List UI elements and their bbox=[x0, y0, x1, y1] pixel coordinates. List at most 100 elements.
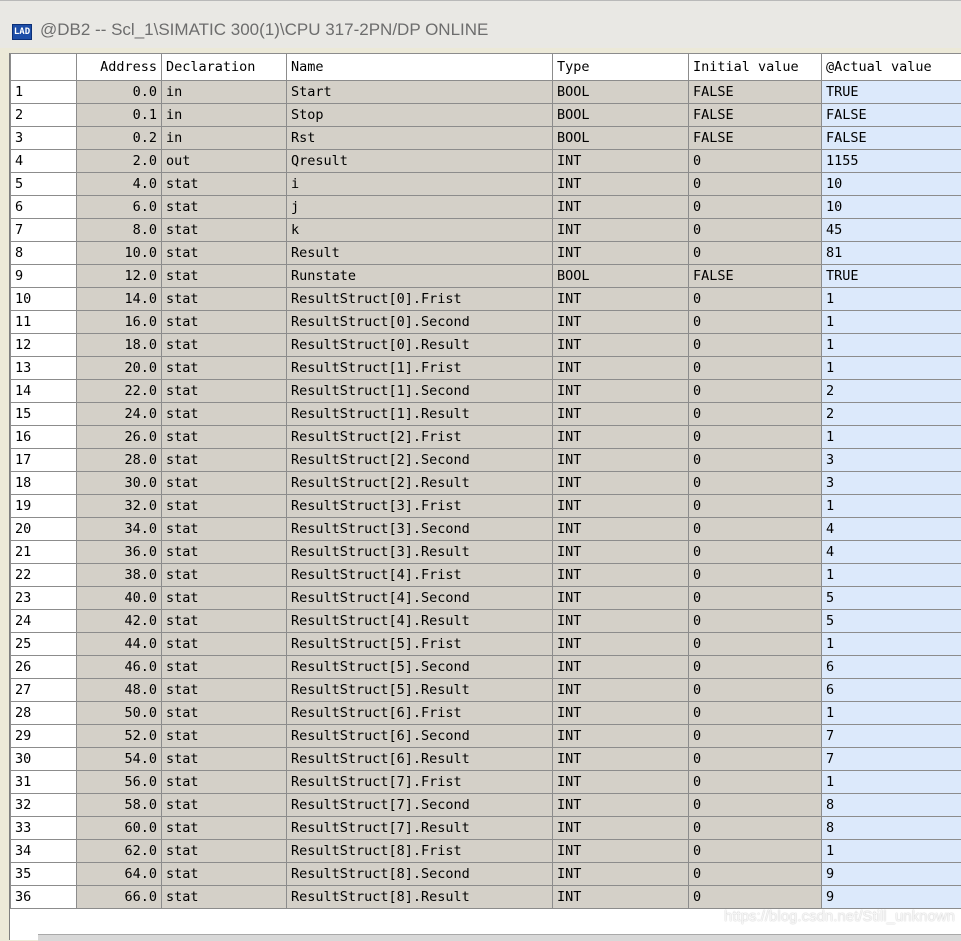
actual-value-cell[interactable]: 1 bbox=[822, 357, 961, 380]
declaration-cell: stat bbox=[162, 748, 287, 771]
actual-value-cell[interactable]: 8 bbox=[822, 794, 961, 817]
table-row[interactable]: 810.0statResultINT081 bbox=[11, 242, 961, 265]
declaration-cell: stat bbox=[162, 219, 287, 242]
actual-value-cell[interactable]: 1 bbox=[822, 771, 961, 794]
column-header-initial-value[interactable]: Initial value bbox=[689, 54, 822, 81]
actual-value-cell[interactable]: TRUE bbox=[822, 81, 961, 104]
declaration-cell: stat bbox=[162, 863, 287, 886]
actual-value-cell[interactable]: 1 bbox=[822, 495, 961, 518]
table-row[interactable]: 1524.0statResultStruct[1].ResultINT02 bbox=[11, 403, 961, 426]
actual-value-cell[interactable]: FALSE bbox=[822, 127, 961, 150]
actual-value-cell[interactable]: 4 bbox=[822, 541, 961, 564]
actual-value-cell[interactable]: 3 bbox=[822, 472, 961, 495]
table-row[interactable]: 2748.0statResultStruct[5].ResultINT06 bbox=[11, 679, 961, 702]
actual-value-cell[interactable]: 10 bbox=[822, 196, 961, 219]
declaration-cell: stat bbox=[162, 380, 287, 403]
table-row[interactable]: 1830.0statResultStruct[2].ResultINT03 bbox=[11, 472, 961, 495]
actual-value-cell[interactable]: TRUE bbox=[822, 265, 961, 288]
column-header-actual-value[interactable]: @Actual value bbox=[822, 54, 961, 81]
table-row[interactable]: 2238.0statResultStruct[4].FristINT01 bbox=[11, 564, 961, 587]
header-row: Address Declaration Name Type Initial va… bbox=[11, 54, 961, 81]
row-number: 25 bbox=[11, 633, 77, 656]
table-row[interactable]: 2340.0statResultStruct[4].SecondINT05 bbox=[11, 587, 961, 610]
name-cell: ResultStruct[2].Result bbox=[287, 472, 553, 495]
table-row[interactable]: 1014.0statResultStruct[0].FristINT01 bbox=[11, 288, 961, 311]
name-cell: ResultStruct[2].Second bbox=[287, 449, 553, 472]
table-row[interactable]: 1218.0statResultStruct[0].ResultINT01 bbox=[11, 334, 961, 357]
data-block-grid[interactable]: Address Declaration Name Type Initial va… bbox=[9, 53, 961, 940]
table-row[interactable]: 3156.0statResultStruct[7].FristINT01 bbox=[11, 771, 961, 794]
actual-value-cell[interactable]: 6 bbox=[822, 679, 961, 702]
table-row[interactable]: 3666.0statResultStruct[8].ResultINT09 bbox=[11, 886, 961, 909]
declaration-cell: stat bbox=[162, 633, 287, 656]
name-cell: ResultStruct[3].Second bbox=[287, 518, 553, 541]
table-row[interactable]: 3564.0statResultStruct[8].SecondINT09 bbox=[11, 863, 961, 886]
table-row[interactable]: 1626.0statResultStruct[2].FristINT01 bbox=[11, 426, 961, 449]
column-header-rownum[interactable] bbox=[11, 54, 77, 81]
actual-value-cell[interactable]: 1 bbox=[822, 702, 961, 725]
table-row[interactable]: 912.0statRunstateBOOLFALSETRUE bbox=[11, 265, 961, 288]
table-row[interactable]: 42.0outQresultINT01155 bbox=[11, 150, 961, 173]
table-row[interactable]: 3258.0statResultStruct[7].SecondINT08 bbox=[11, 794, 961, 817]
column-header-address[interactable]: Address bbox=[77, 54, 162, 81]
table-row[interactable]: 1116.0statResultStruct[0].SecondINT01 bbox=[11, 311, 961, 334]
address-cell: 8.0 bbox=[77, 219, 162, 242]
type-cell: INT bbox=[553, 495, 689, 518]
actual-value-cell[interactable]: 10 bbox=[822, 173, 961, 196]
type-cell: BOOL bbox=[553, 104, 689, 127]
table-row[interactable]: 78.0statkINT045 bbox=[11, 219, 961, 242]
table-row[interactable]: 66.0statjINT010 bbox=[11, 196, 961, 219]
table-row[interactable]: 1320.0statResultStruct[1].FristINT01 bbox=[11, 357, 961, 380]
actual-value-cell[interactable]: 1155 bbox=[822, 150, 961, 173]
table-row[interactable]: 2442.0statResultStruct[4].ResultINT05 bbox=[11, 610, 961, 633]
table-row[interactable]: 2034.0statResultStruct[3].SecondINT04 bbox=[11, 518, 961, 541]
initial-value-cell: 0 bbox=[689, 518, 822, 541]
actual-value-cell[interactable]: 1 bbox=[822, 633, 961, 656]
table-row[interactable]: 10.0inStartBOOLFALSETRUE bbox=[11, 81, 961, 104]
table-row[interactable]: 3462.0statResultStruct[8].FristINT01 bbox=[11, 840, 961, 863]
actual-value-cell[interactable]: 45 bbox=[822, 219, 961, 242]
table-row[interactable]: 2544.0statResultStruct[5].FristINT01 bbox=[11, 633, 961, 656]
table-row[interactable]: 2952.0statResultStruct[6].SecondINT07 bbox=[11, 725, 961, 748]
actual-value-cell[interactable]: 81 bbox=[822, 242, 961, 265]
actual-value-cell[interactable]: 9 bbox=[822, 863, 961, 886]
actual-value-cell[interactable]: 1 bbox=[822, 840, 961, 863]
column-header-declaration[interactable]: Declaration bbox=[162, 54, 287, 81]
actual-value-cell[interactable]: 7 bbox=[822, 748, 961, 771]
actual-value-cell[interactable]: 8 bbox=[822, 817, 961, 840]
table-row[interactable]: 2646.0statResultStruct[5].SecondINT06 bbox=[11, 656, 961, 679]
actual-value-cell[interactable]: 5 bbox=[822, 587, 961, 610]
type-cell: INT bbox=[553, 173, 689, 196]
table-row[interactable]: 20.1inStopBOOLFALSEFALSE bbox=[11, 104, 961, 127]
table-row[interactable]: 3360.0statResultStruct[7].ResultINT08 bbox=[11, 817, 961, 840]
declaration-cell: stat bbox=[162, 196, 287, 219]
column-header-name[interactable]: Name bbox=[287, 54, 553, 81]
address-cell: 42.0 bbox=[77, 610, 162, 633]
actual-value-cell[interactable]: FALSE bbox=[822, 104, 961, 127]
column-header-type[interactable]: Type bbox=[553, 54, 689, 81]
table-row[interactable]: 54.0statiINT010 bbox=[11, 173, 961, 196]
actual-value-cell[interactable]: 5 bbox=[822, 610, 961, 633]
table-row[interactable]: 30.2inRstBOOLFALSEFALSE bbox=[11, 127, 961, 150]
actual-value-cell[interactable]: 3 bbox=[822, 449, 961, 472]
actual-value-cell[interactable]: 1 bbox=[822, 564, 961, 587]
actual-value-cell[interactable]: 1 bbox=[822, 288, 961, 311]
table-row[interactable]: 3054.0statResultStruct[6].ResultINT07 bbox=[11, 748, 961, 771]
actual-value-cell[interactable]: 1 bbox=[822, 426, 961, 449]
actual-value-cell[interactable]: 4 bbox=[822, 518, 961, 541]
actual-value-cell[interactable]: 2 bbox=[822, 380, 961, 403]
actual-value-cell[interactable]: 2 bbox=[822, 403, 961, 426]
table-row[interactable]: 1422.0statResultStruct[1].SecondINT02 bbox=[11, 380, 961, 403]
initial-value-cell: 0 bbox=[689, 564, 822, 587]
table-row[interactable]: 1932.0statResultStruct[3].FristINT01 bbox=[11, 495, 961, 518]
actual-value-cell[interactable]: 1 bbox=[822, 334, 961, 357]
table-row[interactable]: 2136.0statResultStruct[3].ResultINT04 bbox=[11, 541, 961, 564]
table-row[interactable]: 1728.0statResultStruct[2].SecondINT03 bbox=[11, 449, 961, 472]
actual-value-cell[interactable]: 7 bbox=[822, 725, 961, 748]
declaration-cell: stat bbox=[162, 656, 287, 679]
actual-value-cell[interactable]: 6 bbox=[822, 656, 961, 679]
actual-value-cell[interactable]: 1 bbox=[822, 311, 961, 334]
address-cell: 46.0 bbox=[77, 656, 162, 679]
actual-value-cell[interactable]: 9 bbox=[822, 886, 961, 909]
table-row[interactable]: 2850.0statResultStruct[6].FristINT01 bbox=[11, 702, 961, 725]
